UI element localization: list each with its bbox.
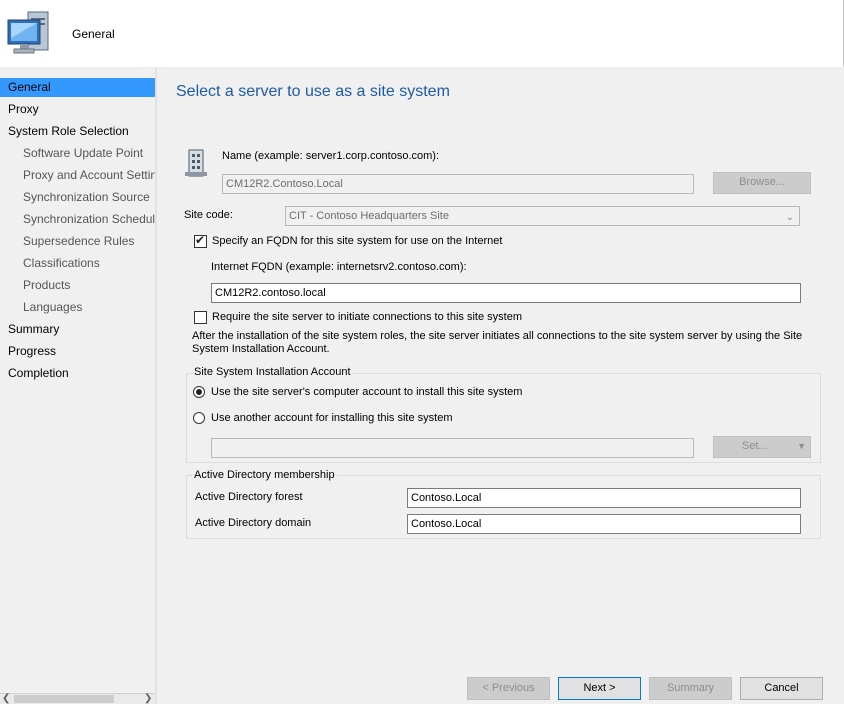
summary-button[interactable]: Summary bbox=[649, 677, 732, 700]
sidebar-item-proxy-and-account-settin[interactable]: Proxy and Account Settin bbox=[0, 166, 155, 185]
sidebar-item-progress[interactable]: Progress bbox=[0, 342, 155, 361]
chevron-down-icon: ⌄ bbox=[785, 212, 794, 223]
account-field[interactable] bbox=[211, 438, 694, 458]
wizard-nav: General Proxy System Role Selection Softwar… bbox=[0, 77, 155, 703]
header-title: General bbox=[72, 27, 115, 41]
wizard-header: General bbox=[0, 0, 844, 67]
require-connection-checkbox[interactable] bbox=[194, 311, 207, 324]
ad-membership-group-title: Active Directory membership bbox=[192, 469, 337, 481]
ad-forest-input[interactable]: Contoso.Local bbox=[407, 488, 801, 508]
sidebar-item-summary[interactable]: Summary bbox=[0, 320, 155, 339]
internet-fqdn-input[interactable]: CM12R2.contoso.local bbox=[211, 283, 801, 303]
computer-account-radio[interactable] bbox=[193, 386, 205, 398]
scroll-left-icon[interactable]: ❮ bbox=[2, 693, 10, 704]
nav-horizontal-scrollbar[interactable]: ❮ ❯ bbox=[0, 693, 155, 704]
name-label: Name (example: server1.corp.contoso.com)… bbox=[222, 150, 440, 162]
sidebar-item-languages[interactable]: Languages bbox=[0, 298, 155, 317]
scroll-right-icon[interactable]: ❯ bbox=[144, 693, 152, 704]
site-code-dropdown[interactable]: CIT - Contoso Headquarters Site ⌄ bbox=[285, 206, 800, 226]
fqdn-checkbox[interactable] bbox=[194, 233, 207, 248]
ad-forest-label: Active Directory forest bbox=[195, 491, 303, 503]
previous-button[interactable]: < Previous bbox=[467, 677, 550, 700]
site-code-label: Site code: bbox=[184, 209, 233, 221]
sidebar-item-system-role-selection[interactable]: System Role Selection bbox=[0, 122, 155, 141]
browse-button[interactable]: Browse... bbox=[713, 172, 811, 194]
ad-domain-label: Active Directory domain bbox=[195, 517, 312, 529]
sidebar-item-synchronization-schedule[interactable]: Synchronization Schedule bbox=[0, 210, 155, 229]
computer-monitor-icon bbox=[6, 10, 54, 56]
next-button[interactable]: Next > bbox=[558, 677, 641, 700]
page-title: Select a server to use as a site system bbox=[176, 83, 450, 100]
cancel-button[interactable]: Cancel bbox=[740, 677, 823, 700]
sidebar-item-synchronization-source[interactable]: Synchronization Source bbox=[0, 188, 155, 207]
computer-account-radio-label: Use the site server's computer account t… bbox=[211, 386, 523, 398]
sidebar-item-products[interactable]: Products bbox=[0, 276, 155, 295]
sidebar-item-classifications[interactable]: Classifications bbox=[0, 254, 155, 273]
fqdn-checkbox-label: Specify an FQDN for this site system for… bbox=[212, 235, 503, 247]
require-connection-label: Require the site server to initiate conn… bbox=[212, 311, 522, 323]
ad-domain-input[interactable]: Contoso.Local bbox=[407, 514, 801, 534]
scrollbar-thumb[interactable] bbox=[14, 695, 114, 703]
sidebar-item-general[interactable]: General bbox=[0, 78, 155, 97]
sidebar-item-completion[interactable]: Completion bbox=[0, 364, 155, 383]
server-name-field[interactable]: CM12R2.Contoso.Local bbox=[222, 174, 694, 194]
internet-fqdn-label: Internet FQDN (example: internetsrv2.con… bbox=[211, 261, 467, 273]
sidebar-item-supersedence-rules[interactable]: Supersedence Rules bbox=[0, 232, 155, 251]
server-building-icon bbox=[185, 148, 209, 178]
set-account-label: Set... bbox=[742, 440, 768, 452]
set-account-button[interactable]: Set... ▼ bbox=[713, 436, 811, 458]
require-connection-note: After the installation of the site syste… bbox=[192, 330, 803, 355]
another-account-radio[interactable] bbox=[193, 412, 205, 424]
sidebar-item-proxy[interactable]: Proxy bbox=[0, 100, 155, 119]
sidebar-item-software-update-point[interactable]: Software Update Point bbox=[0, 144, 155, 163]
site-code-value: CIT - Contoso Headquarters Site bbox=[289, 210, 449, 222]
dropdown-arrow-icon: ▼ bbox=[797, 441, 806, 451]
another-account-radio-label: Use another account for installing this … bbox=[211, 412, 453, 424]
installation-account-group-title: Site System Installation Account bbox=[192, 366, 353, 378]
